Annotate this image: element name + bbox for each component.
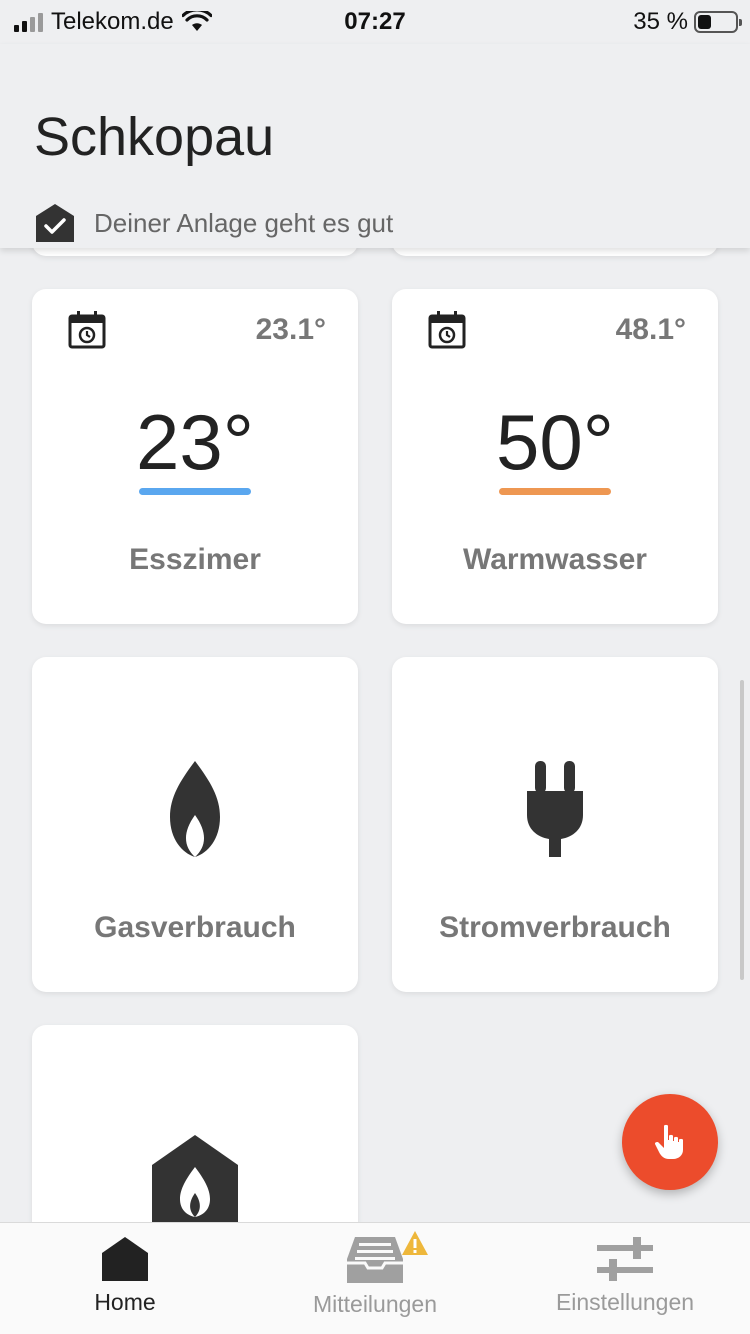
carrier-name: Telekom.de [51,8,174,35]
set-temperature: 50° [496,398,614,486]
status-bar: Telekom.de 07:27 35 % [0,0,750,44]
heating-indicator-bar [139,488,251,495]
nav-home[interactable]: Home [0,1223,250,1334]
house-check-icon [36,204,74,242]
zone-label: Warmwasser [463,543,647,576]
schedule-calendar-icon [68,311,106,349]
hot-water-indicator-bar [499,488,611,495]
gas-consumption-card[interactable]: Gasverbrauch [32,657,358,992]
battery-icon [694,11,742,33]
power-consumption-card[interactable]: Stromverbrauch [392,657,718,992]
plug-icon [527,761,583,857]
home-icon [102,1237,148,1281]
warmwasser-card[interactable]: 48.1° 50° Warmwasser [392,289,718,624]
room-label: Esszimer [129,543,261,576]
house-flame-icon [152,1135,238,1222]
battery-level-fill [698,15,711,29]
system-card[interactable] [32,1025,358,1222]
schedule-calendar-icon [428,311,466,349]
hand-pointer-icon [655,1124,683,1159]
power-consumption-label: Stromverbrauch [439,911,671,944]
battery-percentage: 35 % [633,8,688,35]
cellular-signal-icon [14,12,43,32]
nav-settings-label: Einstellungen [555,1289,695,1315]
system-health-status[interactable]: Deiner Anlage geht es gut [36,204,393,242]
set-temperature: 23° [136,398,254,486]
nav-settings[interactable]: Einstellungen [500,1223,750,1334]
app-header: Schkopau Deiner Anlage geht es gut [0,44,750,248]
warning-icon [402,1231,428,1255]
nav-notifications-label: Mitteilungen [312,1291,438,1317]
page-title: Schkopau [34,107,275,167]
flame-icon [170,761,220,857]
manual-operation-button[interactable] [622,1094,718,1190]
inbox-icon [347,1237,403,1283]
sliders-icon [597,1237,653,1281]
wifi-icon [181,11,212,31]
health-status-text: Deiner Anlage geht es gut [94,207,394,238]
gas-consumption-label: Gasverbrauch [94,911,296,944]
nav-notifications[interactable]: Mitteilungen [250,1223,500,1334]
nav-home-label: Home [94,1289,156,1315]
current-temperature: 23.1° [255,313,326,346]
bottom-navigation: Home Mitteilungen Einstellungen [0,1222,750,1334]
scrollbar[interactable] [740,680,744,980]
esszimmer-card[interactable]: 23.1° 23° Esszimer [32,289,358,624]
current-temperature: 48.1° [615,313,686,346]
